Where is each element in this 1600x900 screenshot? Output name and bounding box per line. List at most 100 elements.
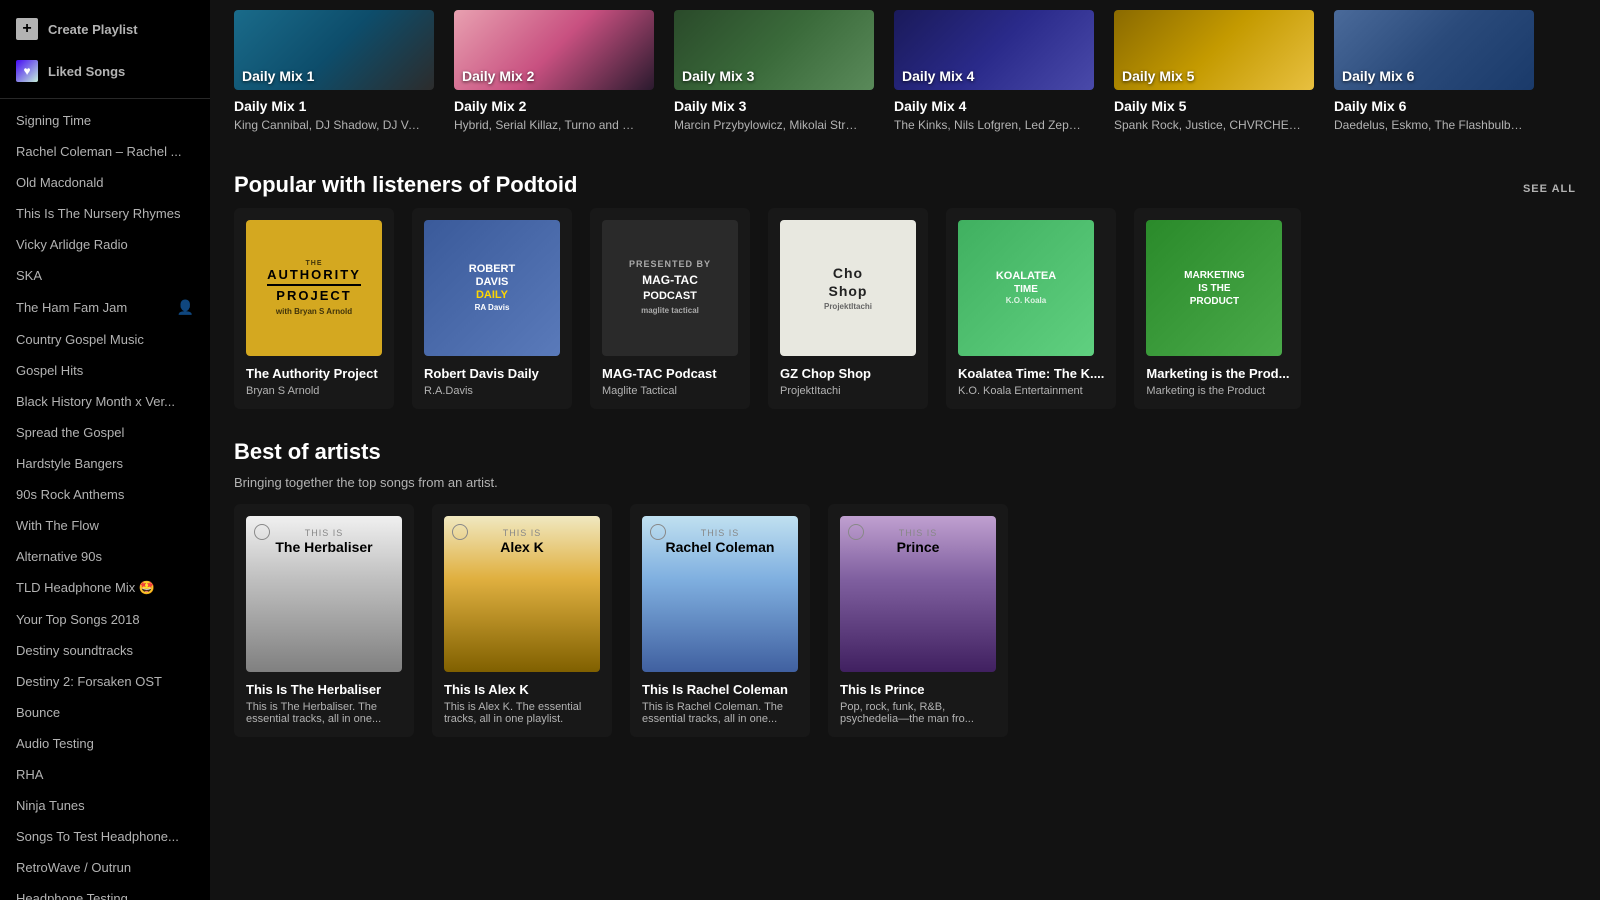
podcast-thumb: ROBERT DAVIS DAILY RA Davis (424, 220, 560, 356)
sidebar-item-label: Hardstyle Bangers (16, 456, 123, 471)
sidebar-item-spread-gospel[interactable]: Spread the Gospel (0, 417, 210, 448)
sidebar-item-label: SKA (16, 268, 42, 283)
sidebar-item-headphone-testing[interactable]: Headphone Testing (0, 883, 210, 900)
this-is-label: THIS IS (503, 528, 542, 538)
sidebar-item-label: Signing Time (16, 113, 91, 128)
sidebar-item-ninja-tunes[interactable]: Ninja Tunes (0, 790, 210, 821)
podcast-thumb: KOALATEA TIME K.O. Koala (958, 220, 1094, 356)
podcast-card-title: The Authority Project (246, 366, 382, 381)
sidebar-item-label: Rachel Coleman – Rachel ... (16, 144, 181, 159)
sidebar-item-signing-time[interactable]: Signing Time (0, 105, 210, 136)
popular-section-title: Popular with listeners of Podtoid (234, 172, 577, 198)
podcast-card-subtitle: R.A.Davis (424, 385, 560, 397)
artist-card-desc: This is The Herbaliser. The essential tr… (246, 701, 402, 725)
podcast-card-magtac-podcast[interactable]: PRESENTED BY MAG-TAC PODCAST maglite tac… (590, 208, 750, 409)
artist-card-this-is-rachel[interactable]: THIS IS Rachel Coleman This Is Rachel Cole… (630, 504, 810, 737)
sidebar-item-label: Country Gospel Music (16, 332, 144, 347)
sidebar-item-country-gospel[interactable]: Country Gospel Music (0, 324, 210, 355)
sidebar-item-label: With The Flow (16, 518, 99, 533)
artist-card-desc: Pop, rock, funk, R&B, psychedelia—the ma… (840, 701, 996, 725)
sidebar: + Create Playlist ♥ Liked Songs Signing … (0, 0, 210, 900)
sidebar-item-with-the-flow[interactable]: With The Flow (0, 510, 210, 541)
sidebar-item-90s-rock[interactable]: 90s Rock Anthems (0, 479, 210, 510)
podcast-card-subtitle: Bryan S Arnold (246, 385, 382, 397)
sidebar-item-top-songs-2018[interactable]: Your Top Songs 2018 (0, 604, 210, 635)
artist-card-this-is-prince[interactable]: THIS ISPrince This Is Prince Pop, rock, fu… (828, 504, 1008, 737)
artist-thumb: THIS ISPrince (840, 516, 996, 672)
daily-mix-card-mix5[interactable]: Daily Mix 5Daily Mix 5Spank Rock, Justic… (1114, 10, 1314, 132)
daily-mix-card-mix2[interactable]: Daily Mix 2Daily Mix 2Hybrid, Serial Kil… (454, 10, 654, 132)
play-circle-icon (254, 524, 270, 540)
this-is-label: THIS IS (701, 528, 740, 538)
podcast-thumb: THE AUTHORITY PROJECT with Bryan S Arnol… (246, 220, 382, 356)
this-is-artist-name: Prince (897, 540, 940, 555)
create-playlist-button[interactable]: + Create Playlist (0, 8, 210, 50)
podcast-card-title: Robert Davis Daily (424, 366, 560, 381)
daily-mix-row: Daily Mix 1Daily Mix 1King Cannibal, DJ … (234, 0, 1576, 152)
artist-card-this-is-alexk[interactable]: THIS ISAlex KThis Is Alex KThis is Alex … (432, 504, 612, 737)
sidebar-item-tld-headphone[interactable]: TLD Headphone Mix 🤩 (0, 572, 210, 604)
podcast-card-gz-chop-shop[interactable]: Cho Shop ProjektItachi GZ Chop ShopProje… (768, 208, 928, 409)
artist-card-title: This Is Rachel Coleman (642, 682, 798, 697)
liked-songs-button[interactable]: ♥ Liked Songs (0, 50, 210, 92)
sidebar-item-bounce[interactable]: Bounce (0, 697, 210, 728)
sidebar-item-vicky-arlidge[interactable]: Vicky Arlidge Radio (0, 229, 210, 260)
sidebar-item-label: RHA (16, 767, 43, 782)
sidebar-item-this-is-nursery[interactable]: This Is The Nursery Rhymes (0, 198, 210, 229)
sidebar-item-ska[interactable]: SKA (0, 260, 210, 291)
artist-card-this-is-herbaliser[interactable]: THIS ISThe HerbaliserThis Is The Herbali… (234, 504, 414, 737)
sidebar-item-retrowave[interactable]: RetroWave / Outrun (0, 852, 210, 883)
sidebar-item-rachel-coleman[interactable]: Rachel Coleman – Rachel ... (0, 136, 210, 167)
main-content: Daily Mix 1Daily Mix 1King Cannibal, DJ … (210, 0, 1600, 900)
artist-card-title: This Is The Herbaliser (246, 682, 402, 697)
sidebar-items-container: Signing Time Rachel Coleman – Rachel ... O… (0, 105, 210, 900)
sidebar-item-destiny[interactable]: Destiny soundtracks (0, 635, 210, 666)
artist-thumb: THIS IS Rachel Coleman (642, 516, 798, 672)
daily-mix-card-mix4[interactable]: Daily Mix 4Daily Mix 4The Kinks, Nils Lo… (894, 10, 1094, 132)
podcast-card-title: Marketing is the Prod... (1146, 366, 1289, 381)
sidebar-item-songs-to-test[interactable]: Songs To Test Headphone... (0, 821, 210, 852)
popular-see-all-button[interactable]: SEE ALL (1523, 183, 1576, 195)
artists-row: THIS ISThe HerbaliserThis Is The Herbali… (234, 504, 1576, 737)
daily-mix-overlay-label: Daily Mix 4 (902, 68, 974, 84)
podcast-card-koalatea-time[interactable]: KOALATEA TIME K.O. Koala Koalatea Time: … (946, 208, 1116, 409)
sidebar-item-hardstyle[interactable]: Hardstyle Bangers (0, 448, 210, 479)
sidebar-item-label: Bounce (16, 705, 60, 720)
sidebar-item-label: TLD Headphone Mix 🤩 (16, 580, 155, 596)
sidebar-item-black-history[interactable]: Black History Month x Ver... (0, 386, 210, 417)
popular-section-header: Popular with listeners of Podtoid SEE AL… (234, 172, 1576, 198)
sidebar-item-gospel-hits[interactable]: Gospel Hits (0, 355, 210, 386)
this-is-artist-name: Rachel Coleman (666, 540, 775, 555)
play-circle-icon (452, 524, 468, 540)
sidebar-item-ham-fam-jam[interactable]: The Ham Fam Jam👤 (0, 291, 210, 324)
sidebar-item-alternative-90s[interactable]: Alternative 90s (0, 541, 210, 572)
sidebar-item-rha[interactable]: RHA (0, 759, 210, 790)
daily-mix-subtitle: Hybrid, Serial Killaz, Turno and more (454, 118, 644, 132)
podcast-card-robert-davis-daily[interactable]: ROBERT DAVIS DAILY RA Davis Robert Davis… (412, 208, 572, 409)
artist-card-title: This Is Prince (840, 682, 996, 697)
sidebar-item-label: Gospel Hits (16, 363, 83, 378)
artist-card-desc: This is Rachel Coleman. The essential tr… (642, 701, 798, 725)
sidebar-divider (0, 98, 210, 99)
podcast-card-subtitle: K.O. Koala Entertainment (958, 385, 1104, 397)
sidebar-item-label: Old Macdonald (16, 175, 103, 190)
podcast-card-title: GZ Chop Shop (780, 366, 916, 381)
daily-mix-card-mix1[interactable]: Daily Mix 1Daily Mix 1King Cannibal, DJ … (234, 10, 434, 132)
daily-mix-subtitle: The Kinks, Nils Lofgren, Led Zeppelin an… (894, 118, 1084, 132)
plus-icon: + (16, 18, 38, 40)
this-is-artist-name: Alex K (500, 540, 544, 555)
daily-mix-overlay-label: Daily Mix 1 (242, 68, 314, 84)
sidebar-item-label: Alternative 90s (16, 549, 102, 564)
sidebar-item-destiny2[interactable]: Destiny 2: Forsaken OST (0, 666, 210, 697)
podcast-card-authority-project[interactable]: THE AUTHORITY PROJECT with Bryan S Arnol… (234, 208, 394, 409)
play-circle-icon (650, 524, 666, 540)
daily-mix-card-mix6[interactable]: Daily Mix 6Daily Mix 6Daedelus, Eskmo, T… (1334, 10, 1534, 132)
sidebar-item-old-macdonald[interactable]: Old Macdonald (0, 167, 210, 198)
podcast-card-marketing-product[interactable]: MARKETINGIS THEPRODUCT Marketing is the … (1134, 208, 1301, 409)
daily-mix-card-mix3[interactable]: Daily Mix 3Daily Mix 3Marcin Przybylowic… (674, 10, 874, 132)
this-is-label: THIS IS (305, 528, 344, 538)
podcast-thumb: PRESENTED BY MAG-TAC PODCAST maglite tac… (602, 220, 738, 356)
daily-mix-subtitle: Spank Rock, Justice, CHVRCHES and more (1114, 118, 1304, 132)
collab-icon: 👤 (177, 299, 194, 316)
sidebar-item-audio-testing[interactable]: Audio Testing (0, 728, 210, 759)
